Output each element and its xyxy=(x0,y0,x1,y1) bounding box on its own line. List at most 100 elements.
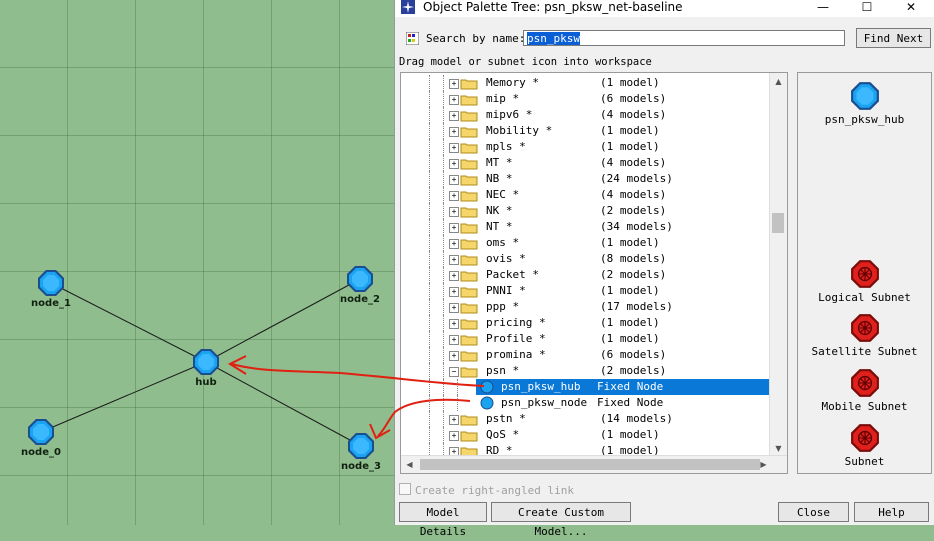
tree-guide-line xyxy=(429,171,430,187)
node-node_3[interactable]: node_3 xyxy=(321,432,401,472)
expand-icon[interactable]: + xyxy=(449,159,459,169)
tree-folder-row[interactable]: + mpls * (1 model) xyxy=(401,139,771,155)
right-angled-link-checkbox[interactable] xyxy=(399,483,411,495)
preview-subnet[interactable]: Subnet xyxy=(798,423,931,468)
expand-icon[interactable]: + xyxy=(449,319,459,329)
tree-guide-line xyxy=(429,91,430,107)
preview-selected-model[interactable]: psn_pksw_hub xyxy=(798,81,931,126)
tree-folder-name: mip * xyxy=(486,92,520,105)
tree-model-count: (2 models) xyxy=(600,268,667,281)
expand-icon[interactable]: + xyxy=(449,207,459,217)
tree-model-count: (24 models) xyxy=(600,172,673,185)
expand-icon[interactable]: + xyxy=(449,191,459,201)
tree-model-item[interactable]: psn_pksw_node Fixed Node xyxy=(401,395,771,411)
scroll-left-icon[interactable]: ◀ xyxy=(401,456,418,473)
minimize-button[interactable]: — xyxy=(801,0,845,17)
vertical-scrollbar[interactable]: ▲ ▼ xyxy=(769,73,787,457)
folder-icon xyxy=(460,191,478,202)
node-node_2[interactable]: node_2 xyxy=(320,265,400,305)
expand-icon[interactable]: + xyxy=(449,335,459,345)
expand-icon[interactable]: + xyxy=(449,127,459,137)
scroll-up-icon[interactable]: ▲ xyxy=(770,73,787,90)
tree-folder-row[interactable]: + MT * (4 models) xyxy=(401,155,771,171)
folder-icon xyxy=(460,287,478,298)
expand-icon[interactable]: + xyxy=(449,287,459,297)
expand-icon[interactable]: + xyxy=(449,255,459,265)
tree-folder-row[interactable]: + oms * (1 model) xyxy=(401,235,771,251)
tree-folder-row[interactable]: + Memory * (1 model) xyxy=(401,75,771,91)
tree-folder-row[interactable]: + Mobility * (1 model) xyxy=(401,123,771,139)
tree-folder-row[interactable]: + mipv6 * (4 models) xyxy=(401,107,771,123)
expand-icon[interactable]: + xyxy=(449,79,459,89)
fixed-node-icon xyxy=(480,380,494,394)
tree-folder-row[interactable]: + NT * (34 models) xyxy=(401,219,771,235)
tree-guide-line xyxy=(443,203,444,219)
help-button[interactable]: Help xyxy=(854,502,929,522)
node-hub[interactable]: hub xyxy=(166,348,246,388)
node-node_1[interactable]: node_1 xyxy=(11,269,91,309)
expand-icon[interactable]: + xyxy=(449,175,459,185)
folder-icon xyxy=(460,351,478,362)
expand-icon[interactable]: + xyxy=(449,239,459,249)
tree-guide-line xyxy=(429,123,430,139)
create-custom-model-button[interactable]: Create Custom Model... xyxy=(491,502,631,538)
tree-model-count: (8 models) xyxy=(600,252,667,265)
maximize-button[interactable]: ☐ xyxy=(845,0,889,17)
folder-icon xyxy=(460,111,478,122)
tree-folder-row[interactable]: + pricing * (1 model) xyxy=(401,315,771,331)
network-workspace[interactable]: node_1 node_2 hub node_0 node_3 xyxy=(0,0,394,525)
search-input[interactable]: psn_pksw xyxy=(523,30,845,46)
expand-icon[interactable]: + xyxy=(449,303,459,313)
search-label: Search by name: xyxy=(426,32,526,45)
vertical-scroll-thumb[interactable] xyxy=(772,213,784,233)
tree-folder-row[interactable]: + Profile * (1 model) xyxy=(401,331,771,347)
preview-mobile-subnet[interactable]: Mobile Subnet xyxy=(798,368,931,413)
close-window-button[interactable]: ✕ xyxy=(889,0,933,17)
expand-icon[interactable]: + xyxy=(449,431,459,441)
tree-folder-row[interactable]: + mip * (6 models) xyxy=(401,91,771,107)
tree-guide-line xyxy=(429,107,430,123)
tree-guide-line xyxy=(429,139,430,155)
tree-guide-line xyxy=(457,395,458,411)
expand-icon[interactable]: + xyxy=(449,415,459,425)
tree-folder-row[interactable]: + pstn * (14 models) xyxy=(401,411,771,427)
expand-icon[interactable]: + xyxy=(449,271,459,281)
palette-tree[interactable]: + Memory * (1 model) + mip * (6 models) + mipv6… xyxy=(400,72,788,474)
fixed-node-icon xyxy=(28,419,54,445)
expand-icon[interactable]: + xyxy=(449,143,459,153)
horizontal-scroll-thumb[interactable] xyxy=(420,459,760,470)
tree-folder-row[interactable]: + promina * (6 models) xyxy=(401,347,771,363)
tree-guide-line xyxy=(443,235,444,251)
tree-folder-row[interactable]: + Packet * (2 models) xyxy=(401,267,771,283)
tree-folder-row[interactable]: + QoS * (1 model) xyxy=(401,427,771,443)
folder-icon xyxy=(460,127,478,138)
tree-folder-row[interactable]: + ppp * (17 models) xyxy=(401,299,771,315)
node-node_0[interactable]: node_0 xyxy=(1,418,81,458)
fixed-node-icon xyxy=(348,433,374,459)
expand-icon[interactable]: + xyxy=(449,95,459,105)
tree-folder-row[interactable]: + NB * (24 models) xyxy=(401,171,771,187)
find-next-button[interactable]: Find Next xyxy=(856,28,931,48)
expand-icon[interactable]: + xyxy=(449,111,459,121)
preview-logical-subnet[interactable]: Logical Subnet xyxy=(798,259,931,304)
preview-satellite-subnet[interactable]: Satellite Subnet xyxy=(798,313,931,358)
tree-folder-row[interactable]: + NK * (2 models) xyxy=(401,203,771,219)
tree-guide-line xyxy=(429,347,430,363)
scroll-right-icon[interactable]: ▶ xyxy=(755,456,772,473)
subnet-label: Subnet xyxy=(844,455,885,468)
tree-folder-row[interactable]: − psn * (2 models) xyxy=(401,363,771,379)
tree-folder-row[interactable]: + PNNI * (1 model) xyxy=(401,283,771,299)
tree-guide-line xyxy=(443,283,444,299)
tree-folder-row[interactable]: + ovis * (8 models) xyxy=(401,251,771,267)
collapse-icon[interactable]: − xyxy=(449,367,459,377)
expand-icon[interactable]: + xyxy=(449,223,459,233)
tree-folder-row[interactable]: + NEC * (4 models) xyxy=(401,187,771,203)
tree-guide-line xyxy=(429,331,430,347)
title-bar[interactable]: Object Palette Tree: psn_pksw_net-baseli… xyxy=(395,0,934,17)
tree-guide-line xyxy=(429,219,430,235)
horizontal-scrollbar[interactable]: ◀ ▶ xyxy=(401,455,787,473)
tree-model-item[interactable]: psn_pksw_hub Fixed Node xyxy=(401,379,771,395)
expand-icon[interactable]: + xyxy=(449,351,459,361)
model-details-button[interactable]: Model Details xyxy=(399,502,487,538)
close-button[interactable]: Close xyxy=(778,502,849,522)
